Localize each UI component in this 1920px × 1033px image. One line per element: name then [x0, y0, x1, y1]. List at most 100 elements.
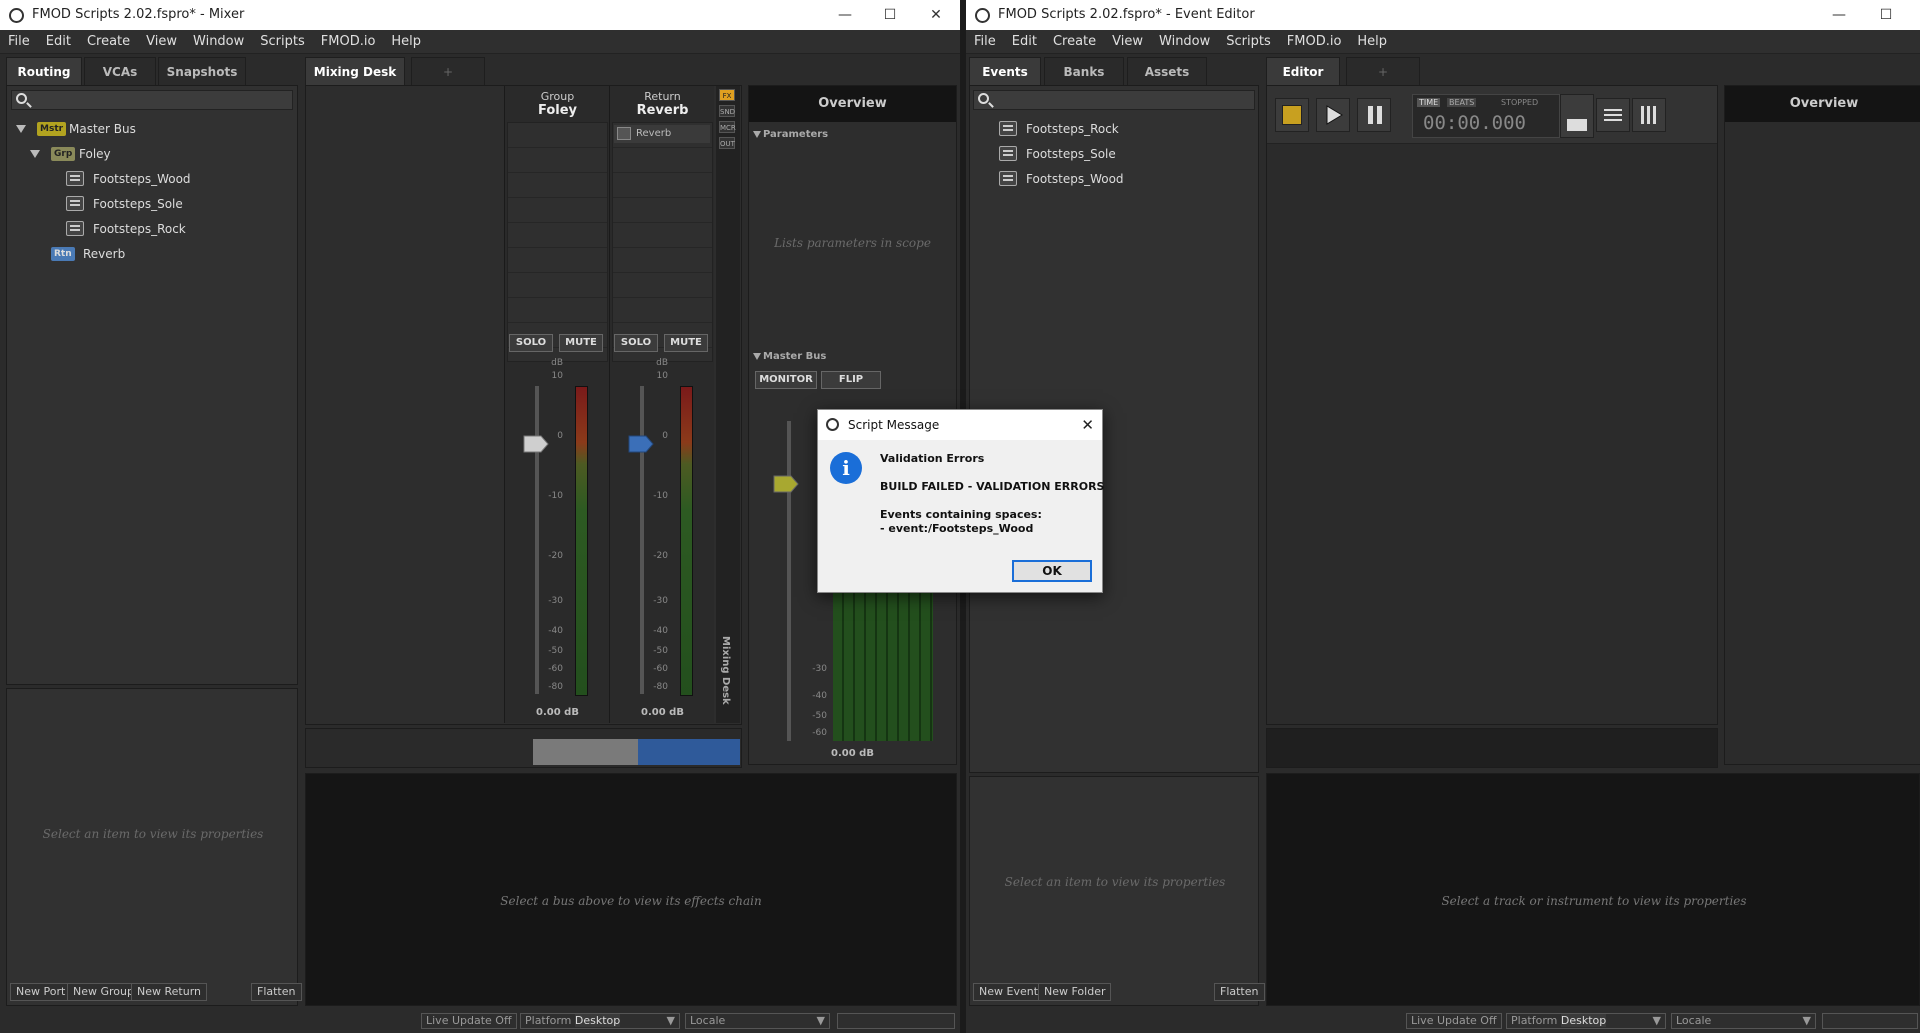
- maximize-icon[interactable]: ☐: [870, 3, 910, 27]
- tab-routing[interactable]: Routing: [6, 57, 82, 85]
- locale-select[interactable]: Locale ▼: [1671, 1013, 1816, 1029]
- menu-file[interactable]: File: [0, 30, 38, 54]
- effect-slot-reverb[interactable]: Reverb: [614, 125, 710, 143]
- new-event-button[interactable]: New Event: [973, 983, 1045, 1001]
- new-return-button[interactable]: New Return: [131, 983, 207, 1001]
- live-update-button[interactable]: Live Update Off: [1406, 1013, 1502, 1029]
- minimize-icon[interactable]: —: [1819, 3, 1859, 27]
- menu-scripts[interactable]: Scripts: [1218, 30, 1278, 54]
- menu-edit[interactable]: Edit: [38, 30, 79, 54]
- expand-icon[interactable]: [16, 125, 26, 133]
- grid-view-button[interactable]: [1632, 98, 1666, 132]
- menu-fmodio[interactable]: FMOD.io: [313, 30, 384, 54]
- master-bus-header[interactable]: Master Bus: [749, 348, 956, 365]
- loop-toggle[interactable]: [1560, 94, 1594, 138]
- editor-scrollbar[interactable]: [1266, 728, 1718, 768]
- new-folder-button[interactable]: New Folder: [1038, 983, 1112, 1001]
- tree-item-master-bus[interactable]: Mstr Master Bus: [11, 119, 295, 139]
- menu-create[interactable]: Create: [79, 30, 138, 54]
- tree-item-event[interactable]: Footsteps_Sole: [11, 194, 295, 214]
- fader-knob[interactable]: [628, 435, 654, 453]
- routing-search-input[interactable]: [11, 90, 293, 110]
- time-mode-button[interactable]: TIME: [1417, 98, 1441, 107]
- stop-button[interactable]: [1275, 98, 1309, 132]
- mute-button[interactable]: MUTE: [559, 334, 603, 352]
- fx-tab[interactable]: FX: [719, 89, 735, 101]
- pause-button[interactable]: [1357, 98, 1391, 132]
- flatten-button[interactable]: Flatten: [251, 983, 302, 1001]
- strip-reverb[interactable]: Return Reverb Reverb SOLO MUTE dB 10 0 -1…: [609, 86, 714, 723]
- locale-select[interactable]: Locale ▼: [685, 1013, 830, 1029]
- tab-vcas[interactable]: VCAs: [84, 57, 156, 85]
- event-item[interactable]: Footsteps_Wood: [974, 169, 1256, 189]
- menu-bar: File Edit Create View Window Scripts FMOD.io He…: [966, 30, 1920, 54]
- tab-banks[interactable]: Banks: [1044, 57, 1124, 85]
- tree-item-reverb[interactable]: Rtn Reverb: [11, 244, 295, 264]
- tab-assets[interactable]: Assets: [1127, 57, 1207, 85]
- tab-editor[interactable]: Editor: [1266, 57, 1340, 85]
- solo-button[interactable]: SOLO: [614, 334, 658, 352]
- maximize-icon[interactable]: ☐: [1866, 3, 1906, 27]
- menu-scripts[interactable]: Scripts: [252, 30, 312, 54]
- scale-label: -30: [812, 664, 827, 674]
- desk-scrollbar[interactable]: [305, 728, 742, 768]
- menu-view[interactable]: View: [1104, 30, 1151, 54]
- list-view-button[interactable]: [1596, 98, 1630, 132]
- event-item[interactable]: Footsteps_Rock: [974, 119, 1256, 139]
- ok-button[interactable]: OK: [1012, 560, 1092, 582]
- tab-mixing-desk[interactable]: Mixing Desk: [305, 57, 405, 85]
- chevron-down-icon: ▼: [816, 1014, 825, 1027]
- solo-button[interactable]: SOLO: [509, 334, 553, 352]
- tree-item-event[interactable]: Footsteps_Rock: [11, 219, 295, 239]
- scale-label: -40: [653, 626, 668, 636]
- event-item[interactable]: Footsteps_Sole: [974, 144, 1256, 164]
- new-group-button[interactable]: New Group: [67, 983, 140, 1001]
- menu-window[interactable]: Window: [185, 30, 252, 54]
- mcr-tab[interactable]: MCR: [719, 121, 736, 133]
- mixer-title-bar[interactable]: FMOD Scripts 2.02.fspro* - Mixer — ☐ ✕: [0, 0, 960, 30]
- strip-header: Group Foley: [505, 90, 610, 118]
- flatten-button[interactable]: Flatten: [1214, 983, 1265, 1001]
- menu-edit[interactable]: Edit: [1004, 30, 1045, 54]
- fader-knob[interactable]: [523, 435, 549, 453]
- db-unit: dB: [656, 358, 668, 368]
- menu-create[interactable]: Create: [1045, 30, 1104, 54]
- menu-view[interactable]: View: [138, 30, 185, 54]
- menu-fmodio[interactable]: FMOD.io: [1279, 30, 1350, 54]
- effects-slots: [507, 122, 608, 362]
- strip-foley[interactable]: Group Foley SOLO MUTE dB 10 0 -10 -20 -30…: [504, 86, 609, 723]
- tab-snapshots[interactable]: Snapshots: [158, 57, 246, 85]
- menu-help[interactable]: Help: [1349, 30, 1395, 54]
- out-tab[interactable]: OUT: [719, 137, 735, 149]
- platform-select[interactable]: Platform Desktop ▼: [520, 1013, 680, 1029]
- properties-panel: Select an item to view its properties Ne…: [6, 688, 302, 1006]
- menu-file[interactable]: File: [966, 30, 1004, 54]
- new-port-button[interactable]: New Port: [10, 983, 72, 1001]
- menu-help[interactable]: Help: [383, 30, 429, 54]
- editor-title-bar[interactable]: FMOD Scripts 2.02.fspro* - Event Editor …: [966, 0, 1920, 30]
- platform-select[interactable]: Platform Desktop ▼: [1506, 1013, 1666, 1029]
- menu-window[interactable]: Window: [1151, 30, 1218, 54]
- master-fader-knob[interactable]: [773, 475, 799, 493]
- flip-button[interactable]: FLIP: [821, 371, 881, 389]
- tree-item-foley[interactable]: Grp Foley: [11, 144, 295, 164]
- close-icon[interactable]: ✕: [1081, 410, 1094, 440]
- beats-mode-button[interactable]: BEATS: [1447, 98, 1477, 107]
- event-search-input[interactable]: [973, 90, 1255, 110]
- close-icon[interactable]: ✕: [916, 3, 956, 27]
- tree-item-event[interactable]: Footsteps_Wood: [11, 169, 295, 189]
- scale-label: -50: [653, 646, 668, 656]
- tab-events[interactable]: Events: [969, 57, 1041, 85]
- stop-icon: [1282, 105, 1302, 125]
- mute-button[interactable]: MUTE: [664, 334, 708, 352]
- add-tab-button[interactable]: +: [411, 57, 485, 85]
- play-button[interactable]: [1316, 98, 1350, 132]
- snd-tab[interactable]: SND: [719, 105, 735, 117]
- live-update-button[interactable]: Live Update Off: [421, 1013, 517, 1029]
- expand-icon[interactable]: [30, 150, 40, 158]
- add-tab-button[interactable]: +: [1346, 57, 1420, 85]
- minimize-icon[interactable]: —: [825, 3, 865, 27]
- monitor-button[interactable]: MONITOR: [755, 371, 817, 389]
- dialog-title-bar[interactable]: Script Message ✕: [818, 410, 1102, 440]
- parameters-header[interactable]: Parameters: [749, 126, 956, 143]
